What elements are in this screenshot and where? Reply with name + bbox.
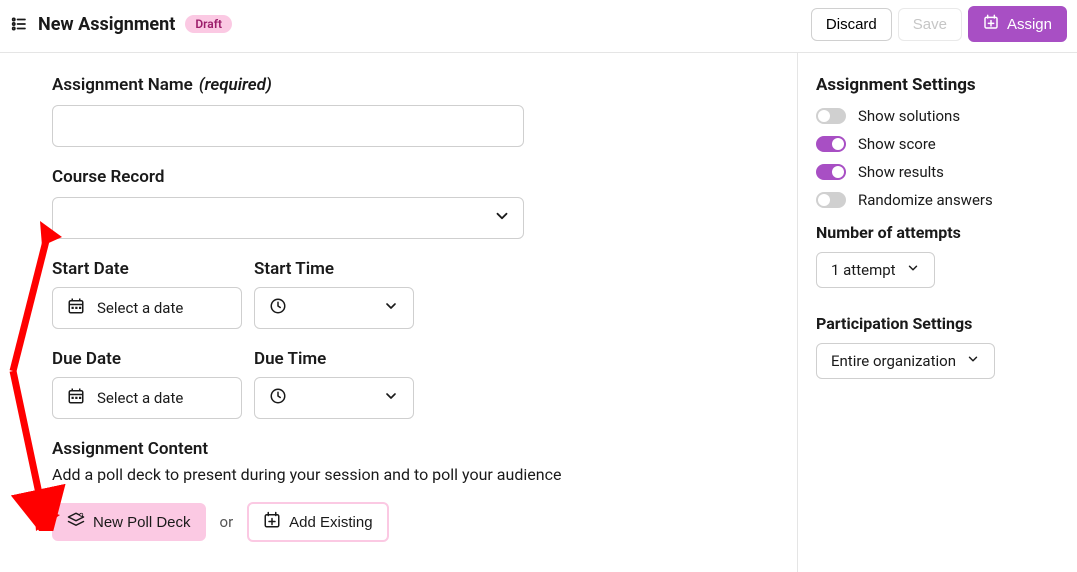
clock-icon [269,387,287,409]
start-date-label: Start Date [52,259,242,279]
toggle-show-results[interactable] [816,164,846,180]
toggle-randomize-answers[interactable] [816,192,846,208]
due-time-input[interactable] [254,377,414,419]
due-date-label: Due Date [52,349,242,369]
toggle-show-score[interactable] [816,136,846,152]
assignment-name-input[interactable] [52,105,524,147]
content-section-title: Assignment Content [52,439,747,459]
add-existing-icon [263,511,281,533]
header-bar: New Assignment Draft Discard Save Assign [0,0,1077,53]
new-poll-deck-button[interactable]: New Poll Deck [52,503,206,541]
clock-icon [269,297,287,319]
toggle-label: Randomize answers [858,191,993,209]
settings-sidebar: Assignment Settings Show solutions Show … [797,53,1077,572]
chevron-down-icon [383,298,399,318]
participation-value: Entire organization [831,352,956,370]
attempts-select[interactable]: 1 attempt [816,252,935,288]
toggle-label: Show results [858,163,944,181]
content-section-desc: Add a poll deck to present during your s… [52,465,747,484]
start-time-input[interactable] [254,287,414,329]
calendar-icon [67,387,85,409]
save-button[interactable]: Save [898,8,962,41]
chevron-down-icon [966,352,980,370]
status-badge: Draft [185,15,232,33]
start-date-input[interactable]: Select a date [52,287,242,329]
start-time-label: Start Time [254,259,414,279]
attempts-value: 1 attempt [831,261,896,279]
settings-heading: Assignment Settings [816,75,1059,95]
main-form: Assignment Name(required) Course Record … [0,53,797,572]
course-record-select[interactable] [52,197,524,239]
participation-select[interactable]: Entire organization [816,343,995,379]
deck-icon [67,511,85,533]
or-text: or [220,513,234,531]
toggle-show-solutions[interactable] [816,108,846,124]
assign-plus-icon [983,14,999,34]
chevron-down-icon [906,261,920,279]
chevron-down-icon [383,388,399,408]
add-existing-button[interactable]: Add Existing [247,502,388,542]
chevron-down-icon [493,207,511,229]
start-date-placeholder: Select a date [97,299,183,317]
assign-button[interactable]: Assign [968,6,1067,42]
assignment-icon [10,15,28,33]
assignment-name-label: Assignment Name(required) [52,75,747,95]
due-time-label: Due Time [254,349,414,369]
toggle-label: Show score [858,135,936,153]
participation-label: Participation Settings [816,314,1059,333]
attempts-label: Number of attempts [816,223,1059,242]
calendar-icon [67,297,85,319]
due-date-input[interactable]: Select a date [52,377,242,419]
due-date-placeholder: Select a date [97,389,183,407]
course-record-label: Course Record [52,167,747,187]
discard-button[interactable]: Discard [811,8,892,41]
toggle-label: Show solutions [858,107,960,125]
new-poll-deck-label: New Poll Deck [93,514,191,531]
add-existing-label: Add Existing [289,514,372,531]
page-title: New Assignment [38,14,175,35]
assign-label: Assign [1007,16,1052,33]
